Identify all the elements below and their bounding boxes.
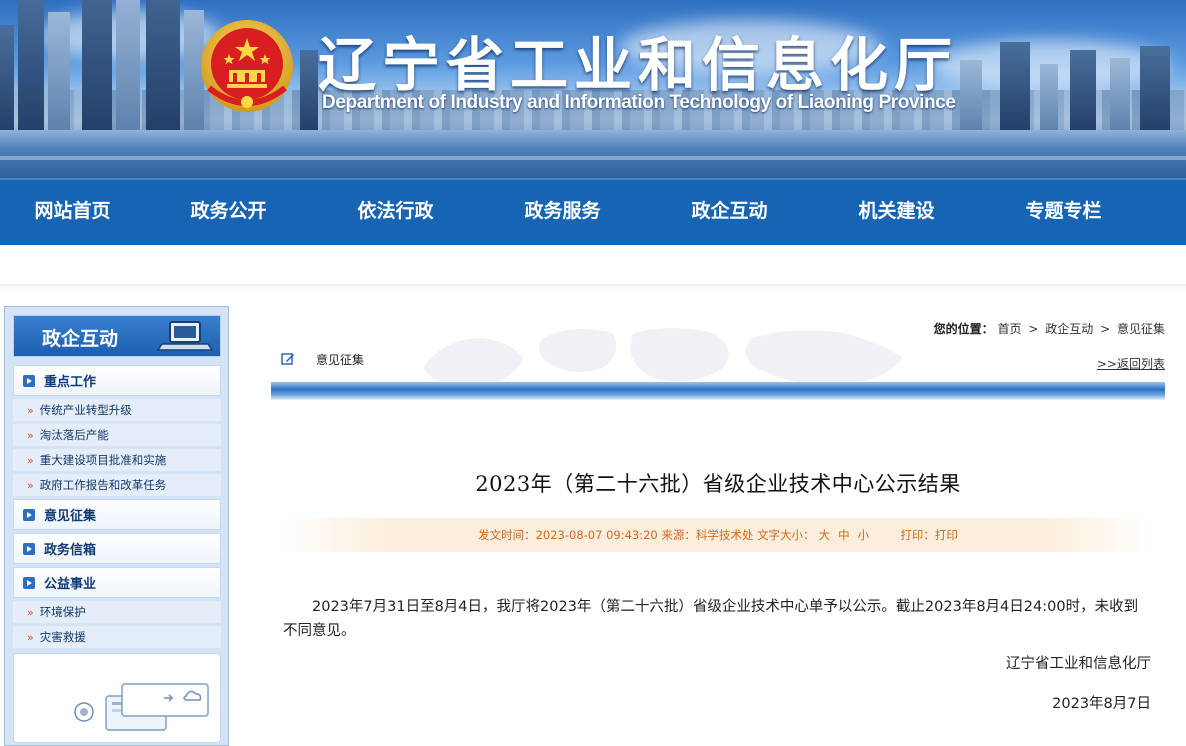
nav-item-gov-affairs[interactable]: 政务公开 xyxy=(145,180,312,245)
sidebar-subitem-label: 灾害救援 xyxy=(39,630,86,644)
font-size-large-button[interactable]: 大 xyxy=(819,528,831,542)
font-size-small-button[interactable]: 小 xyxy=(858,528,870,542)
article-signature: 辽宁省工业和信息化厅 xyxy=(1006,656,1151,672)
article-meta-bar: 发文时间：2023-08-07 09:43:20 来源：科学技术处 文字大小： 大… xyxy=(283,518,1153,552)
article-title: 2023年（第二十六批）省级企业技术中心公示结果 xyxy=(475,472,961,496)
bullet-icon: » xyxy=(27,630,34,644)
breadcrumb-separator: > xyxy=(1100,322,1111,336)
bullet-icon: » xyxy=(27,428,34,442)
meta-time: 2023-08-07 09:43:20 xyxy=(535,528,658,542)
bullet-icon: » xyxy=(27,478,34,492)
edit-icon xyxy=(281,353,294,365)
sidebar-item-label: 公益事业 xyxy=(44,577,97,592)
article-panel: 您的位置： 首页 > 政企互动 > 意见征集 意见征集 >>返回列表 2023年… xyxy=(243,316,1173,736)
banner-building xyxy=(960,60,982,130)
sidebar-promo-box[interactable] xyxy=(13,653,221,743)
breadcrumb: 您的位置： 首页 > 政企互动 > 意见征集 xyxy=(934,320,1165,337)
world-map-watermark xyxy=(423,328,903,388)
nav-item-law[interactable]: 依法行政 xyxy=(312,180,479,245)
breadcrumb-interaction-link[interactable]: 政企互动 xyxy=(1045,322,1093,336)
sidebar-item-mailbox[interactable]: 政务信箱 xyxy=(13,533,221,564)
print-button[interactable]: 打印 xyxy=(935,528,958,542)
site-title-cn: 辽宁省工业和信息化厅 xyxy=(318,31,959,99)
article-meta: 发文时间：2023-08-07 09:43:20 来源：科学技术处 文字大小： 大… xyxy=(283,527,1153,543)
meta-source-label: 来源： xyxy=(661,528,696,542)
site-title-en: Department of Industry and Information T… xyxy=(322,92,956,113)
banner-building xyxy=(1140,46,1170,130)
site-banner: 辽宁省工业和信息化厅 Department of Industry and In… xyxy=(0,0,1186,178)
sidebar-item-label: 意见征集 xyxy=(44,509,97,524)
sidebar-subitem-label: 环境保护 xyxy=(39,605,86,619)
article-body: 2023年7月31日至8月4日，我厅将2023年（第二十六批）省级企业技术中心单… xyxy=(283,599,1139,639)
online-service-icon xyxy=(74,683,209,731)
meta-print-label: 打印： xyxy=(900,528,935,542)
sidebar-subitem[interactable]: » 环境保护 xyxy=(13,601,221,623)
sidebar-subitem[interactable]: » 政府工作报告和改革任务 xyxy=(13,474,221,496)
sidebar-subitem-label: 淘汰落后产能 xyxy=(39,428,109,442)
sidebar-subitem-label: 政府工作报告和改革任务 xyxy=(39,478,167,492)
sidebar-subitem[interactable]: » 灾害救援 xyxy=(13,626,221,648)
bullet-icon: » xyxy=(27,403,34,417)
banner-building xyxy=(116,0,140,130)
breadcrumb-prefix: 您的位置： xyxy=(933,322,994,336)
sidebar: 政企互动 重点工作 » 传统产业转型升级 » 淘汰落后产能 » 重大建设项目批准… xyxy=(4,306,229,746)
nav-item-home[interactable]: 网站首页 xyxy=(0,180,145,245)
national-emblem-icon xyxy=(201,20,293,112)
arrow-right-icon xyxy=(23,576,35,589)
sidebar-title: 政企互动 xyxy=(42,328,119,350)
banner-building xyxy=(1110,58,1130,130)
sidebar-item-opinions[interactable]: 意见征集 xyxy=(13,499,221,530)
sidebar-subitem-label: 传统产业转型升级 xyxy=(39,403,132,417)
banner-building xyxy=(146,0,180,130)
arrow-right-icon xyxy=(23,508,35,521)
nav-item-organ[interactable]: 机关建设 xyxy=(813,180,980,245)
banner-building xyxy=(1070,50,1096,130)
sidebar-item-public-welfare[interactable]: 公益事业 xyxy=(13,567,221,598)
laptop-icon xyxy=(156,321,214,351)
banner-building xyxy=(0,25,14,130)
sidebar-subitem[interactable]: » 淘汰落后产能 xyxy=(13,424,221,446)
meta-time-label: 发文时间： xyxy=(478,528,536,542)
bullet-icon: » xyxy=(27,605,34,619)
banner-building xyxy=(300,50,318,130)
main-nav: 网站首页 政务公开 依法行政 政务服务 政企互动 机关建设 专题专栏 xyxy=(0,178,1186,245)
banner-building xyxy=(82,0,112,130)
bullet-icon: » xyxy=(27,453,34,467)
nav-item-interaction[interactable]: 政企互动 xyxy=(646,180,813,245)
nav-item-services[interactable]: 政务服务 xyxy=(479,180,646,245)
sidebar-header: 政企互动 xyxy=(13,315,221,357)
breadcrumb-separator: > xyxy=(1028,322,1039,336)
banner-water xyxy=(0,130,1186,178)
banner-building xyxy=(18,0,44,130)
meta-source: 科学技术处 xyxy=(695,528,754,542)
sidebar-item-label: 政务信箱 xyxy=(44,543,97,558)
nav-item-topics[interactable]: 专题专栏 xyxy=(980,180,1147,245)
arrow-right-icon xyxy=(23,374,35,387)
back-to-list-link[interactable]: >>返回列表 xyxy=(1097,355,1165,372)
sidebar-item-label: 重点工作 xyxy=(44,375,97,390)
banner-building xyxy=(48,12,70,130)
banner-building xyxy=(1040,64,1058,130)
sidebar-item-key-work[interactable]: 重点工作 xyxy=(13,365,221,396)
meta-font-label: 文字大小： xyxy=(757,528,815,542)
arrow-right-icon xyxy=(23,542,35,555)
breadcrumb-home-link[interactable]: 首页 xyxy=(998,322,1022,336)
divider-stripe xyxy=(0,284,1186,290)
sidebar-subitem[interactable]: » 重大建设项目批准和实施 xyxy=(13,449,221,471)
sidebar-subitem[interactable]: » 传统产业转型升级 xyxy=(13,399,221,421)
section-title: 意见征集 xyxy=(316,353,365,367)
section-divider-bar xyxy=(271,382,1165,400)
sidebar-menu: 重点工作 » 传统产业转型升级 » 淘汰落后产能 » 重大建设项目批准和实施 »… xyxy=(13,365,221,651)
article-date: 2023年8月7日 xyxy=(1052,696,1151,712)
banner-water-shine xyxy=(0,156,1186,160)
font-size-medium-button[interactable]: 中 xyxy=(838,528,850,542)
breadcrumb-opinions-link[interactable]: 意见征集 xyxy=(1117,322,1165,336)
sidebar-subitem-label: 重大建设项目批准和实施 xyxy=(39,453,167,467)
banner-building xyxy=(1000,42,1030,130)
